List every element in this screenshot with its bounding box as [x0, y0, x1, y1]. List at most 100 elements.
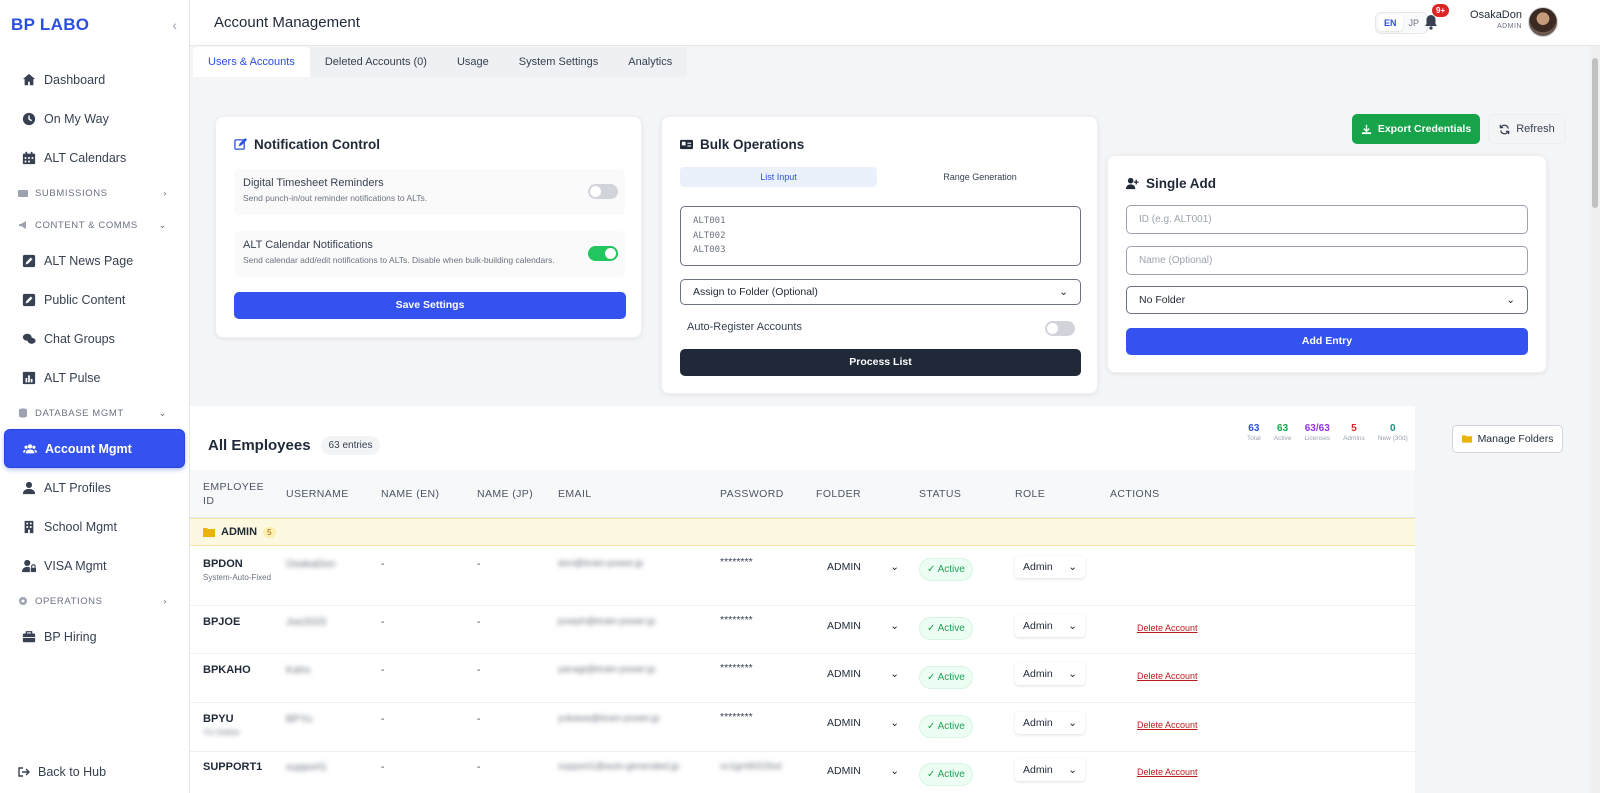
role-select[interactable]: Admin ⌄	[1015, 712, 1085, 734]
collapse-sidebar-icon[interactable]: ‹	[172, 17, 177, 33]
single-add-title: Single Add	[1146, 176, 1216, 191]
lang-en-button[interactable]: EN	[1378, 15, 1403, 31]
sidebar-item-bp-hiring[interactable]: BP Hiring	[4, 617, 185, 656]
tab-usage[interactable]: Usage	[442, 47, 504, 77]
username: support1	[286, 761, 327, 773]
section-operations[interactable]: OPERATIONS ›	[0, 585, 189, 617]
manage-folders-button[interactable]: Manage Folders	[1452, 425, 1563, 453]
folder-group-admin[interactable]: ADMIN 5	[190, 518, 1415, 546]
sidebar-item-account-mgmt[interactable]: Account Mgmt	[4, 429, 185, 468]
role-select[interactable]: Admin ⌄	[1015, 759, 1085, 781]
folder-select[interactable]: ADMIN ⌄	[827, 620, 899, 632]
role-select[interactable]: Admin ⌄	[1015, 615, 1085, 637]
sidebar-item-alt-profiles[interactable]: ALT Profiles	[4, 468, 185, 507]
select-value: Assign to Folder (Optional)	[693, 286, 818, 298]
back-to-hub-link[interactable]: Back to Hub	[18, 765, 106, 779]
lang-jp-button[interactable]: JP	[1403, 15, 1426, 31]
setting-title: Digital Timesheet Reminders	[243, 177, 384, 189]
sidebar-item-school-mgmt[interactable]: School Mgmt	[4, 507, 185, 546]
sidebar-item-chat-groups[interactable]: Chat Groups	[4, 319, 185, 358]
folder-select[interactable]: ADMIN ⌄	[827, 717, 899, 729]
delete-account-link[interactable]: Delete Account	[1137, 623, 1198, 633]
tab-users-accounts[interactable]: Users & Accounts	[193, 47, 310, 77]
folder-value: ADMIN	[827, 717, 861, 729]
chevron-down-icon: ⌄	[1059, 286, 1068, 298]
page-scrollbar[interactable]	[1590, 46, 1600, 793]
delete-account-link[interactable]: Delete Account	[1137, 720, 1198, 730]
sidebar-item-visa-mgmt[interactable]: VISA Mgmt	[4, 546, 185, 585]
calendar-notifications-toggle[interactable]	[588, 246, 618, 261]
tab-system-settings[interactable]: System Settings	[504, 47, 613, 77]
setting-description: Send calendar add/edit notifications to …	[243, 255, 555, 265]
stat-active: 63 Active	[1274, 423, 1292, 442]
scrollbar-thumb[interactable]	[1592, 58, 1598, 208]
save-settings-button[interactable]: Save Settings	[234, 292, 626, 319]
id-input[interactable]: ID (e.g. ALT001)	[1126, 205, 1528, 234]
chevron-right-icon: ›	[163, 595, 167, 607]
email: don@brain-power.jp	[558, 558, 644, 569]
delete-account-link[interactable]: Delete Account	[1137, 671, 1198, 681]
chevron-down-icon: ⌄	[1068, 764, 1077, 776]
range-generation-tab[interactable]: Range Generation	[877, 167, 1083, 187]
role-select[interactable]: Admin ⌄	[1015, 556, 1085, 578]
auto-register-toggle[interactable]	[1045, 321, 1075, 336]
gear-icon	[18, 596, 28, 606]
user-lock-icon	[22, 559, 36, 573]
process-list-button[interactable]: Process List	[680, 349, 1081, 376]
clock-icon	[22, 112, 36, 126]
folder-select[interactable]: ADMIN ⌄	[827, 765, 899, 777]
password: ********	[720, 556, 753, 568]
sidebar-item-alt-calendars[interactable]: ALT Calendars	[4, 138, 185, 177]
single-add-card: Single Add ID (e.g. ALT001) Name (Option…	[1107, 155, 1547, 373]
id-list-textarea[interactable]: ALT001 ALT002 ALT003	[680, 206, 1081, 266]
folder-select[interactable]: ADMIN ⌄	[827, 668, 899, 680]
col-status: STATUS	[919, 488, 962, 500]
export-credentials-button[interactable]: Export Credentials	[1352, 114, 1480, 144]
stat-label: New (30d)	[1377, 435, 1408, 442]
tab-analytics[interactable]: Analytics	[613, 47, 687, 77]
section-database-mgmt[interactable]: DATABASE MGMT ⌄	[0, 397, 189, 429]
sidebar-item-alt-pulse[interactable]: ALT Pulse	[4, 358, 185, 397]
role-value: Admin	[1023, 561, 1053, 573]
stat-licenses: 63/63 Licenses	[1304, 423, 1330, 442]
name-en: -	[381, 616, 385, 628]
status-text: Active	[937, 564, 965, 575]
folder-select[interactable]: No Folder ⌄	[1126, 286, 1528, 314]
sidebar-item-alt-news-page[interactable]: ALT News Page	[4, 241, 185, 280]
status-badge: ✓ Active	[919, 715, 973, 738]
sidebar-item-public-content[interactable]: Public Content	[4, 280, 185, 319]
status-badge: ✓ Active	[919, 558, 973, 581]
section-submissions[interactable]: SUBMISSIONS ›	[0, 177, 189, 209]
employee-stats: 63 Total 63 Active 63/63 Licenses 5 Admins 0…	[1247, 423, 1408, 442]
folder-select[interactable]: ADMIN ⌄	[827, 561, 899, 573]
username: Kaho	[286, 664, 311, 676]
role-select[interactable]: Admin ⌄	[1015, 663, 1085, 685]
placeholder-line: ALT001	[693, 216, 726, 226]
list-input-tab[interactable]: List Input	[680, 167, 877, 187]
employees-header: All Employees 63 entries	[208, 436, 381, 455]
section-content-comms[interactable]: CONTENT & COMMS ⌄	[0, 209, 189, 241]
home-icon	[22, 73, 36, 87]
chevron-down-icon: ⌄	[890, 620, 899, 632]
refresh-button[interactable]: Refresh	[1488, 114, 1566, 144]
add-entry-button[interactable]: Add Entry	[1126, 328, 1528, 355]
name-input[interactable]: Name (Optional)	[1126, 246, 1528, 275]
user-info[interactable]: OsakaDon ADMIN	[1460, 9, 1522, 30]
employee-sub: System-Auto-Fixed	[203, 573, 272, 582]
employee-id-cell: BPYU YU Online	[203, 713, 273, 739]
sidebar-item-on-my-way[interactable]: On My Way	[4, 99, 185, 138]
section-label: SUBMISSIONS	[35, 187, 108, 199]
assign-folder-select[interactable]: Assign to Folder (Optional) ⌄	[680, 279, 1081, 305]
employee-id-cell: BPJOE	[203, 616, 273, 628]
stat-label: Total	[1247, 435, 1261, 442]
tab-deleted-accounts[interactable]: Deleted Accounts (0)	[310, 47, 442, 77]
folder-value: ADMIN	[827, 668, 861, 680]
stat-label: Active	[1273, 435, 1292, 442]
briefcase-icon	[22, 630, 36, 644]
timesheet-reminder-toggle[interactable]	[588, 184, 618, 199]
employee-id: BPKAHO	[203, 664, 251, 676]
avatar[interactable]	[1528, 7, 1558, 37]
col-role: ROLE	[1015, 488, 1046, 500]
delete-account-link[interactable]: Delete Account	[1137, 767, 1198, 777]
sidebar-item-dashboard[interactable]: Dashboard	[4, 60, 185, 99]
